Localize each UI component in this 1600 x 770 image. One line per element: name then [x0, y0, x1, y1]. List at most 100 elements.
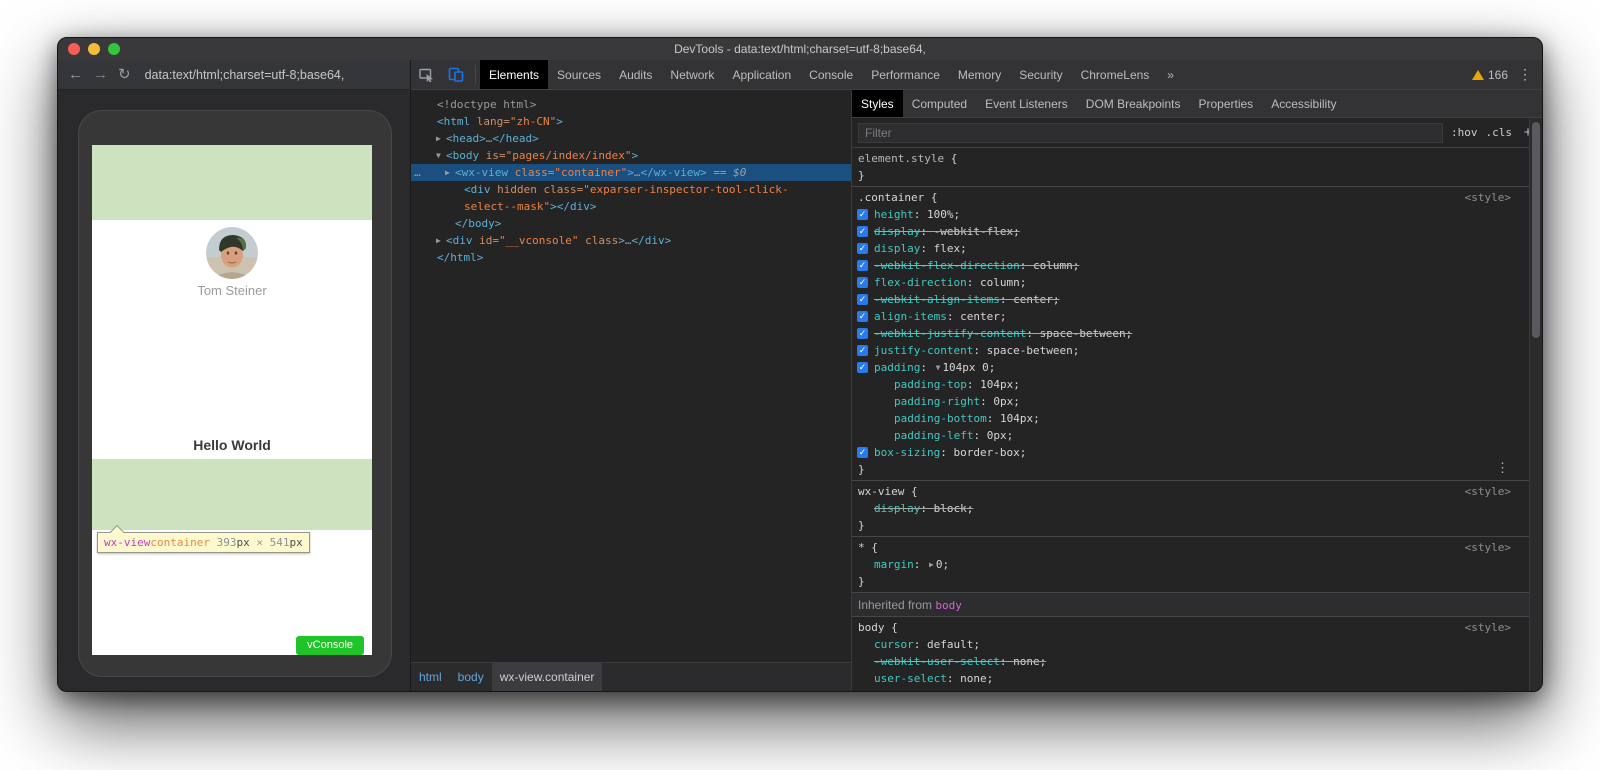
dom-tree-row[interactable]: </html> [411, 249, 851, 266]
dom-tree-row[interactable]: ▼<body is="pages/index/index"> [411, 147, 851, 164]
css-property-row[interactable]: -webkit-user-select: none; [852, 653, 1529, 670]
dom-tree-row[interactable]: <!doctype html> [411, 96, 851, 113]
forward-icon[interactable]: → [93, 67, 108, 82]
stylesheet-link[interactable]: <style> [1465, 621, 1511, 634]
styles-scrollbar-thumb[interactable] [1532, 122, 1540, 338]
styles-tab-accessibility[interactable]: Accessibility [1262, 90, 1345, 117]
console-warning-badge[interactable]: 166 [1472, 68, 1508, 82]
property-checkbox[interactable]: ✓ [857, 294, 868, 305]
styles-tab-event-listeners[interactable]: Event Listeners [976, 90, 1077, 117]
url-text[interactable]: data:text/html;charset=utf-8;base64, [145, 68, 345, 82]
tab-console[interactable]: Console [800, 60, 862, 89]
css-property-row[interactable]: -webkit-touch-callout: none; [852, 687, 1529, 691]
inherited-target-link[interactable]: body [935, 599, 962, 612]
css-property-row[interactable]: user-select: none; [852, 670, 1529, 687]
tab-elements[interactable]: Elements [480, 60, 548, 89]
property-checkbox[interactable]: ✓ [857, 447, 868, 458]
property-checkbox[interactable]: ✓ [857, 209, 868, 220]
css-property-row[interactable]: ✓-webkit-justify-content: space-between; [852, 325, 1529, 342]
tab-application[interactable]: Application [723, 60, 800, 89]
property-checkbox[interactable]: ✓ [857, 328, 868, 339]
styles-tab-styles[interactable]: Styles [852, 90, 903, 117]
property-checkbox[interactable]: ✓ [857, 277, 868, 288]
tab-network[interactable]: Network [661, 60, 723, 89]
back-icon[interactable]: ← [68, 67, 83, 82]
property-value: 104px 0 [942, 361, 988, 374]
stylesheet-link[interactable]: <style> [1465, 541, 1511, 554]
vconsole-button[interactable]: vConsole [296, 636, 364, 655]
zoom-window-button[interactable] [108, 43, 120, 55]
css-property-row[interactable]: ✓display: flex; [852, 240, 1529, 257]
dom-tree-row[interactable]: ▶<head>…</head> [411, 130, 851, 147]
disclosure-arrow-icon[interactable]: ▼ [436, 147, 446, 164]
styles-tab-properties[interactable]: Properties [1189, 90, 1262, 117]
code-token: class= [508, 166, 554, 179]
devtools-menu-icon[interactable]: ⋮ [1518, 66, 1532, 83]
rule-selector-row[interactable]: * { [852, 539, 1529, 556]
css-property-row[interactable]: padding-top: 104px; [852, 376, 1529, 393]
css-property-row[interactable]: padding-right: 0px; [852, 393, 1529, 410]
rule-menu-icon[interactable]: ⋮ [1496, 461, 1509, 476]
breadcrumb-item[interactable]: html [411, 663, 450, 691]
reload-icon[interactable]: ↻ [118, 67, 131, 82]
dom-tree-row[interactable]: …▶<wx-view class="container">…</wx-view>… [411, 164, 851, 181]
inspect-element-icon[interactable] [411, 60, 441, 89]
tab-memory[interactable]: Memory [949, 60, 1010, 89]
toggle-device-toolbar-icon[interactable] [441, 60, 471, 89]
rule-selector-row[interactable]: element.style { [852, 150, 1529, 167]
row-gutter-ellipsis[interactable]: … [414, 164, 421, 181]
styles-tab-computed[interactable]: Computed [903, 90, 976, 117]
property-checkbox[interactable]: ✓ [857, 345, 868, 356]
device-screen[interactable]: Tom Steiner Hello World wx-viewcontainer… [92, 145, 372, 655]
tab-performance[interactable]: Performance [862, 60, 949, 89]
property-checkbox[interactable]: ✓ [857, 362, 868, 373]
dom-tree-row[interactable]: ▶<div id="__vconsole" class>…</div> [411, 232, 851, 249]
styles-scrollbar[interactable] [1529, 118, 1542, 691]
css-property-row[interactable]: ✓padding: ▼104px 0; [852, 359, 1529, 376]
css-property-row[interactable]: ✓display: -webkit-flex; [852, 223, 1529, 240]
disclosure-arrow-icon[interactable]: ▶ [445, 164, 455, 181]
dom-tree-row[interactable]: <html lang="zh-CN"> [411, 113, 851, 130]
rule-selector-row[interactable]: .container { [852, 189, 1529, 206]
styles-filter-input[interactable] [858, 123, 1443, 143]
css-property-row[interactable]: ✓flex-direction: column; [852, 274, 1529, 291]
property-checkbox[interactable]: ✓ [857, 243, 868, 254]
shorthand-expander-icon[interactable]: ▶ [927, 560, 936, 569]
css-property-row[interactable]: display: block; [852, 500, 1529, 517]
class-toggle-button[interactable]: .cls [1486, 126, 1513, 139]
disclosure-arrow-icon[interactable]: ▶ [436, 232, 446, 249]
property-checkbox[interactable]: ✓ [857, 311, 868, 322]
styles-tab-dom-breakpoints[interactable]: DOM Breakpoints [1077, 90, 1190, 117]
property-checkbox[interactable]: ✓ [857, 260, 868, 271]
rule-selector-row[interactable]: body { [852, 619, 1529, 636]
minimize-window-button[interactable] [88, 43, 100, 55]
disclosure-arrow-icon[interactable]: ▶ [436, 130, 446, 147]
tab-[interactable]: » [1158, 60, 1183, 89]
close-window-button[interactable] [68, 43, 80, 55]
property-colon: : [914, 638, 927, 651]
breadcrumb-item[interactable]: wx-view.container [492, 663, 603, 691]
dom-tree-row[interactable]: <div hidden class="exparser-inspector-to… [411, 181, 851, 198]
css-property-row[interactable]: ✓height: 100%; [852, 206, 1529, 223]
tab-audits[interactable]: Audits [610, 60, 661, 89]
tab-sources[interactable]: Sources [548, 60, 610, 89]
css-property-row[interactable]: padding-left: 0px; [852, 427, 1529, 444]
tab-security[interactable]: Security [1010, 60, 1071, 89]
dom-tree-row[interactable]: </body> [411, 215, 851, 232]
tab-chromelens[interactable]: ChromeLens [1072, 60, 1159, 89]
property-checkbox[interactable]: ✓ [857, 226, 868, 237]
stylesheet-link[interactable]: <style> [1465, 485, 1511, 498]
css-property-row[interactable]: cursor: default; [852, 636, 1529, 653]
pseudo-state-button[interactable]: :hov [1451, 126, 1478, 139]
css-property-row[interactable]: ✓box-sizing: border-box; [852, 444, 1529, 461]
css-property-row[interactable]: ✓justify-content: space-between; [852, 342, 1529, 359]
css-property-row[interactable]: padding-bottom: 104px; [852, 410, 1529, 427]
css-property-row[interactable]: margin: ▶0; [852, 556, 1529, 573]
css-property-row[interactable]: ✓-webkit-flex-direction: column; [852, 257, 1529, 274]
css-property-row[interactable]: ✓-webkit-align-items: center; [852, 291, 1529, 308]
css-property-row[interactable]: ✓align-items: center; [852, 308, 1529, 325]
stylesheet-link[interactable]: <style> [1465, 191, 1511, 204]
breadcrumb-item[interactable]: body [450, 663, 492, 691]
rule-selector-row[interactable]: wx-view { [852, 483, 1529, 500]
dom-tree-row[interactable]: select--mask"></div> [411, 198, 851, 215]
